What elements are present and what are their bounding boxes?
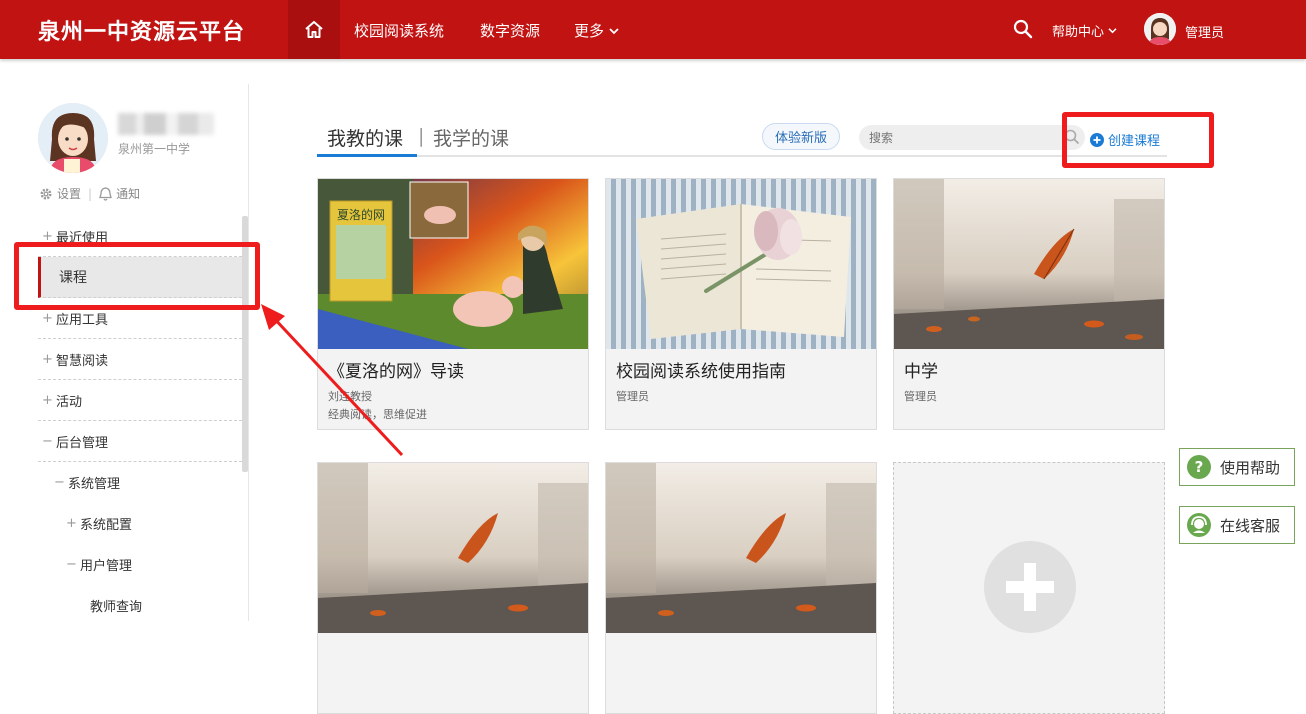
chevron-down-icon	[609, 27, 619, 34]
headset-icon	[1187, 513, 1211, 537]
book-cover-title: 夏洛的网	[337, 207, 385, 222]
sidebar-item-label: 智慧阅读	[56, 353, 109, 369]
svg-text:?: ?	[1195, 458, 1204, 476]
search-icon	[1013, 19, 1033, 39]
sidebar-item-label: 活动	[56, 394, 83, 410]
course-thumbnail	[606, 463, 876, 633]
sidebar-item-smart-reading[interactable]: + 智慧阅读	[38, 339, 242, 380]
sidebar-item-system-management[interactable]: − 系统管理	[38, 462, 242, 503]
user-name[interactable]: 管理员	[1185, 22, 1224, 41]
help-center-dropdown[interactable]: 帮助中心	[1052, 21, 1117, 40]
nav-reading-system[interactable]: 校园阅读系统	[354, 20, 444, 41]
divider: |	[88, 186, 93, 201]
course-card[interactable]: 校园阅读系统使用指南 管理员	[605, 178, 877, 430]
nav-more-label: 更多	[574, 22, 605, 40]
tabs-underline	[317, 155, 1167, 157]
highlight-create-course	[1062, 112, 1214, 168]
user-avatar[interactable]	[1144, 13, 1176, 45]
tab-my-learning[interactable]: 我学的课	[433, 124, 509, 151]
sidebar-item-label: 用户管理	[80, 559, 133, 574]
sidebar-item-activities[interactable]: + 活动	[38, 380, 242, 421]
course-thumbnail	[318, 463, 588, 633]
sidebar-item-label: 系统配置	[80, 518, 133, 533]
course-thumbnail	[894, 179, 1164, 349]
gear-icon[interactable]	[39, 187, 53, 201]
course-card[interactable]	[317, 462, 589, 714]
course-author: 管理员	[904, 390, 937, 403]
question-icon: ?	[1187, 455, 1211, 479]
profile-links: 设置 | 通知	[39, 185, 140, 202]
tab-my-teaching[interactable]: 我教的课	[327, 124, 403, 151]
home-button[interactable]	[288, 0, 340, 59]
course-card[interactable]: 中学 管理员	[893, 178, 1165, 430]
profile-school: 泉州第一中学	[118, 142, 191, 156]
sidebar-divider	[248, 84, 249, 621]
highlight-courses-menu	[14, 242, 260, 310]
sidebar-item-backend[interactable]: − 后台管理	[38, 421, 242, 462]
course-search-input[interactable]	[859, 125, 1085, 150]
active-tab-indicator	[317, 154, 417, 157]
online-service-label: 在线客服	[1220, 516, 1281, 535]
expand-icon: +	[42, 310, 53, 326]
nav-digital-resources[interactable]: 数字资源	[480, 20, 540, 41]
brand-title[interactable]: 泉州一中资源云平台	[38, 14, 245, 46]
sidebar-item-label: 后台管理	[56, 435, 109, 451]
online-service-button[interactable]: 在线客服	[1179, 506, 1295, 544]
sidebar-item-system-config[interactable]: + 系统配置	[38, 503, 242, 544]
sidebar-item-teacher-query[interactable]: 教师查询	[38, 585, 242, 626]
search-button[interactable]	[1013, 19, 1033, 43]
sidebar-item-label: 应用工具	[56, 312, 109, 328]
course-card[interactable]	[605, 462, 877, 714]
usage-help-button[interactable]: ? 使用帮助	[1179, 448, 1295, 486]
nav-more-dropdown[interactable]: 更多	[574, 20, 619, 41]
course-title[interactable]: 中学	[904, 357, 938, 382]
add-course-card[interactable]	[893, 462, 1165, 714]
tab-separator: |	[418, 125, 425, 147]
expand-icon: +	[66, 516, 77, 531]
help-center-label: 帮助中心	[1052, 25, 1105, 40]
profile-avatar[interactable]	[38, 103, 108, 173]
expand-icon: +	[42, 351, 53, 367]
collapse-icon: −	[66, 557, 77, 572]
collapse-icon: −	[42, 433, 53, 449]
avatar-icon	[38, 103, 108, 173]
chevron-down-icon	[1108, 28, 1117, 34]
sidebar-item-label: 系统管理	[68, 477, 121, 492]
expand-icon: +	[42, 392, 53, 408]
try-new-version-button[interactable]: 体验新版	[762, 123, 840, 150]
profile-name-blurred	[118, 113, 214, 135]
top-nav-bar: 泉州一中资源云平台 校园阅读系统 数字资源 更多 帮助中心 管理员	[0, 0, 1306, 59]
notify-link[interactable]: 通知	[116, 185, 140, 202]
sidebar-item-label: 教师查询	[90, 600, 143, 615]
sidebar-item-user-management[interactable]: − 用户管理	[38, 544, 242, 585]
course-thumbnail	[606, 179, 876, 349]
bell-icon[interactable]	[99, 186, 112, 201]
course-title[interactable]: 校园阅读系统使用指南	[616, 357, 786, 382]
avatar-icon	[1144, 13, 1176, 45]
settings-link[interactable]: 设置	[57, 185, 81, 202]
usage-help-label: 使用帮助	[1220, 458, 1281, 477]
annotation-arrow-icon	[261, 304, 404, 457]
add-icon	[984, 541, 1076, 633]
course-author: 管理员	[616, 390, 649, 403]
collapse-icon: −	[54, 475, 65, 490]
home-icon	[305, 20, 323, 38]
